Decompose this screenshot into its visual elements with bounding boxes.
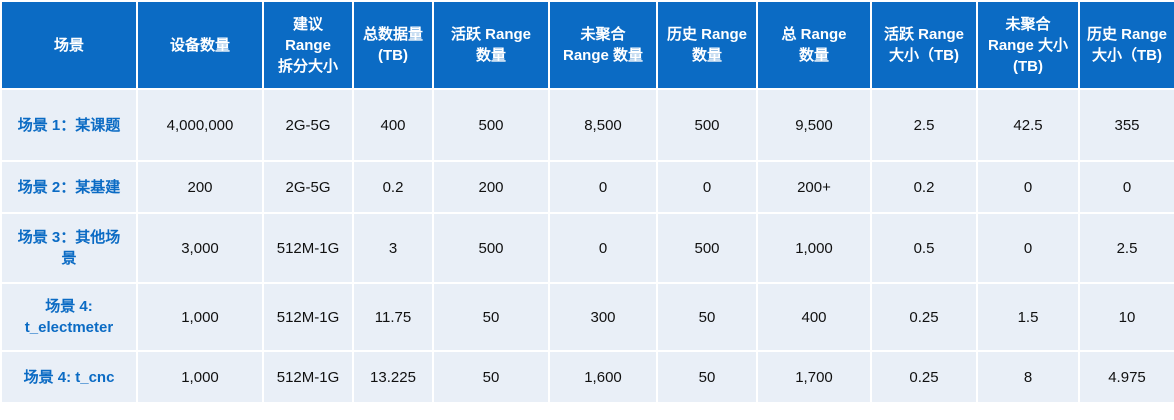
table-cell: 3 xyxy=(354,214,432,282)
table-cell: 3,000 xyxy=(138,214,262,282)
table-cell: 8 xyxy=(978,352,1078,402)
table-cell: 4.975 xyxy=(1080,352,1174,402)
table-cell: 300 xyxy=(550,284,656,350)
table-cell: 200 xyxy=(434,162,548,212)
table-cell: 512M-1G xyxy=(264,214,352,282)
table-cell: 1,700 xyxy=(758,352,870,402)
scene-cell: 场景 3：其他场 景 xyxy=(2,214,136,282)
table-cell: 1.5 xyxy=(978,284,1078,350)
table-cell: 0 xyxy=(978,162,1078,212)
table-cell: 13.225 xyxy=(354,352,432,402)
table-cell: 200+ xyxy=(758,162,870,212)
table-cell: 11.75 xyxy=(354,284,432,350)
table-cell: 500 xyxy=(658,214,756,282)
range-estimate-table: 场景 设备数量 建议 Range 拆分大小 总数据量 (TB) 活跃 Range… xyxy=(0,0,1174,404)
header-active-range-size: 活跃 Range 大小（TB) xyxy=(872,2,976,88)
table-cell: 0 xyxy=(550,162,656,212)
table-cell: 500 xyxy=(658,90,756,160)
table-cell: 0 xyxy=(658,162,756,212)
table-cell: 1,000 xyxy=(138,352,262,402)
header-scene: 场景 xyxy=(2,2,136,88)
header-range-split-size: 建议 Range 拆分大小 xyxy=(264,2,352,88)
table-cell: 4,000,000 xyxy=(138,90,262,160)
header-history-range-size: 历史 Range 大小（TB) xyxy=(1080,2,1174,88)
table-cell: 50 xyxy=(434,284,548,350)
table-cell: 2.5 xyxy=(872,90,976,160)
table-cell: 200 xyxy=(138,162,262,212)
table-cell: 2G-5G xyxy=(264,90,352,160)
table-cell: 42.5 xyxy=(978,90,1078,160)
table-cell: 500 xyxy=(434,214,548,282)
table-cell: 0.2 xyxy=(354,162,432,212)
header-active-range-count: 活跃 Range 数量 xyxy=(434,2,548,88)
table-cell: 10 xyxy=(1080,284,1174,350)
table-row: 场景 4: t_electmeter 1,000 512M-1G 11.75 5… xyxy=(2,284,1174,350)
table-cell: 9,500 xyxy=(758,90,870,160)
scene-cell: 场景 1：某课题 xyxy=(2,90,136,160)
table-row: 场景 1：某课题 4,000,000 2G-5G 400 500 8,500 5… xyxy=(2,90,1174,160)
table-cell: 0.5 xyxy=(872,214,976,282)
table-cell: 400 xyxy=(758,284,870,350)
table-cell: 512M-1G xyxy=(264,352,352,402)
table-cell: 0 xyxy=(978,214,1078,282)
table-cell: 1,000 xyxy=(138,284,262,350)
table-cell: 0.25 xyxy=(872,284,976,350)
table-cell: 400 xyxy=(354,90,432,160)
table-cell: 0 xyxy=(550,214,656,282)
table-cell: 1,600 xyxy=(550,352,656,402)
table-cell: 2.5 xyxy=(1080,214,1174,282)
table-row: 场景 2：某基建 200 2G-5G 0.2 200 0 0 200+ 0.2 … xyxy=(2,162,1174,212)
header-unaggregated-range-count: 未聚合 Range 数量 xyxy=(550,2,656,88)
table-cell: 0.2 xyxy=(872,162,976,212)
table-cell: 8,500 xyxy=(550,90,656,160)
table-cell: 500 xyxy=(434,90,548,160)
header-total-data: 总数据量 (TB) xyxy=(354,2,432,88)
table-cell: 2G-5G xyxy=(264,162,352,212)
header-total-range-count: 总 Range 数量 xyxy=(758,2,870,88)
header-unaggregated-range-size: 未聚合 Range 大小 (TB) xyxy=(978,2,1078,88)
header-row: 场景 设备数量 建议 Range 拆分大小 总数据量 (TB) 活跃 Range… xyxy=(2,2,1174,88)
table-cell: 50 xyxy=(434,352,548,402)
header-device-count: 设备数量 xyxy=(138,2,262,88)
table-cell: 50 xyxy=(658,352,756,402)
table-cell: 355 xyxy=(1080,90,1174,160)
table-cell: 512M-1G xyxy=(264,284,352,350)
table-cell: 0 xyxy=(1080,162,1174,212)
table-cell: 50 xyxy=(658,284,756,350)
table-row: 场景 4: t_cnc 1,000 512M-1G 13.225 50 1,60… xyxy=(2,352,1174,402)
scene-cell: 场景 4: t_electmeter xyxy=(2,284,136,350)
scene-cell: 场景 4: t_cnc xyxy=(2,352,136,402)
scene-cell: 场景 2：某基建 xyxy=(2,162,136,212)
table-cell: 1,000 xyxy=(758,214,870,282)
header-history-range-count: 历史 Range 数量 xyxy=(658,2,756,88)
table-cell: 0.25 xyxy=(872,352,976,402)
table-row: 场景 3：其他场 景 3,000 512M-1G 3 500 0 500 1,0… xyxy=(2,214,1174,282)
